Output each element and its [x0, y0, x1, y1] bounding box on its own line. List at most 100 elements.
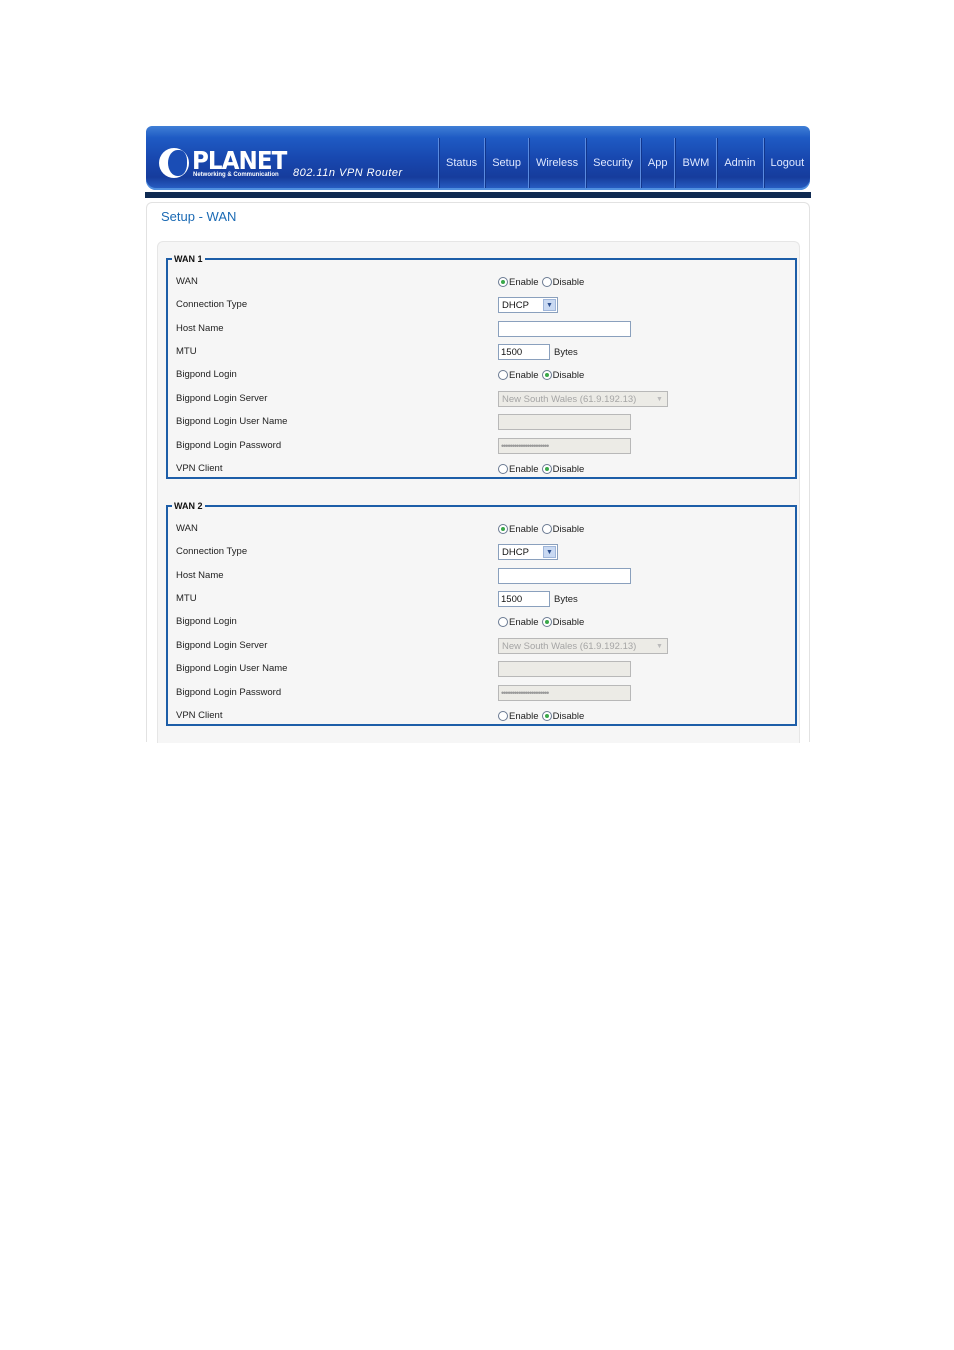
chevron-down-icon: ▼: [543, 546, 556, 558]
wan1-row-bigpond-user: Bigpond Login User Name: [168, 412, 795, 432]
wan2-bigpond-disable-radio[interactable]: [541, 617, 552, 627]
wan2-vpn-disable-radio[interactable]: [541, 711, 552, 721]
wan2-bigpond-enable-radio[interactable]: [498, 617, 508, 627]
wan2-row-host-name: Host Name: [168, 566, 795, 586]
nav-admin[interactable]: Admin: [716, 138, 762, 188]
wan1-bigpond-server-select: New South Wales (61.9.192.13) ▼: [498, 391, 668, 407]
wan2-legend: WAN 2: [174, 501, 203, 511]
wan1-connection-type-select[interactable]: DHCP ▼: [498, 297, 558, 313]
wan1-host-name-label: Host Name: [176, 323, 224, 334]
disable-label: Disable: [552, 463, 585, 475]
wan1-row-bigpond-login: Bigpond Login Enable Disable: [168, 365, 795, 385]
nav-bwm[interactable]: BWM: [674, 138, 716, 188]
wan1-row-host-name: Host Name: [168, 319, 795, 339]
wan2-bigpond-password-input: ••••••••••••••••••••••: [498, 685, 631, 701]
wan2-host-name-label: Host Name: [176, 570, 224, 581]
wan1-row-bigpond-password: Bigpond Login Password •••••••••••••••••…: [168, 436, 795, 456]
wan1-vpn-disable-radio[interactable]: [541, 464, 552, 474]
wan1-row-wan: WAN Enable Disable: [168, 272, 795, 292]
disable-label: Disable: [552, 276, 585, 288]
enable-label: Enable: [509, 369, 539, 381]
wan2-bigpond-login-label: Bigpond Login: [176, 616, 237, 627]
wan2-vpn-client-label: VPN Client: [176, 710, 223, 721]
wan1-vpn-client-label: VPN Client: [176, 463, 223, 474]
brand-name: PLANET: [192, 146, 287, 175]
enable-label: Enable: [509, 523, 539, 535]
bytes-unit-label: Bytes: [554, 593, 578, 605]
enable-label: Enable: [509, 276, 539, 288]
chevron-down-icon: ▼: [543, 299, 556, 311]
wan1-bigpond-login-label: Bigpond Login: [176, 369, 237, 380]
wan2-vpn-enable-radio[interactable]: [498, 711, 508, 721]
wan1-bigpond-server-value: New South Wales (61.9.192.13): [502, 393, 637, 405]
chevron-down-icon: ▼: [653, 640, 666, 652]
product-model: 802.11n VPN Router: [293, 167, 403, 179]
wan1-wan-label: WAN: [176, 276, 198, 287]
wan1-connection-type-value: DHCP: [502, 299, 529, 311]
wan1-bigpond-disable-radio[interactable]: [541, 370, 552, 380]
disable-label: Disable: [552, 710, 585, 722]
header-divider: [145, 192, 811, 198]
wan1-bigpond-user-input: [498, 414, 631, 430]
wan1-connection-type-label: Connection Type: [176, 299, 248, 310]
wan2-row-bigpond-password: Bigpond Login Password •••••••••••••••••…: [168, 683, 795, 703]
wan2-section: WAN 2 WAN Enable Disable Connection Type: [166, 501, 797, 726]
enable-label: Enable: [509, 463, 539, 475]
chevron-down-icon: ▼: [653, 393, 666, 405]
enable-label: Enable: [509, 710, 539, 722]
planet-globe-icon: [159, 148, 189, 178]
wan2-bigpond-server-label: Bigpond Login Server: [176, 640, 268, 651]
bytes-unit-label: Bytes: [554, 346, 578, 358]
enable-label: Enable: [509, 616, 539, 628]
wan1-host-name-input[interactable]: [498, 321, 631, 337]
wan2-row-bigpond-user: Bigpond Login User Name: [168, 659, 795, 679]
wan1-bigpond-password-label: Bigpond Login Password: [176, 440, 282, 451]
wan1-row-vpn-client: VPN Client Enable Disable: [168, 459, 795, 479]
wan2-row-wan: WAN Enable Disable: [168, 519, 795, 539]
nav-wireless[interactable]: Wireless: [527, 138, 585, 188]
wan2-row-bigpond-server: Bigpond Login Server New South Wales (61…: [168, 636, 795, 656]
wan2-bigpond-user-label: Bigpond Login User Name: [176, 663, 288, 674]
nav-security[interactable]: Security: [585, 138, 640, 188]
wan2-bigpond-server-value: New South Wales (61.9.192.13): [502, 640, 637, 652]
wan1-vpn-enable-radio[interactable]: [498, 464, 508, 474]
disable-label: Disable: [552, 616, 585, 628]
wan2-row-bigpond-login: Bigpond Login Enable Disable: [168, 612, 795, 632]
nav-logout[interactable]: Logout: [762, 138, 812, 188]
wan2-host-name-input[interactable]: [498, 568, 631, 584]
wan1-section: WAN 1 WAN Enable Disable Connection Type: [166, 254, 797, 479]
nav-app[interactable]: App: [639, 138, 675, 188]
wan2-connection-type-select[interactable]: DHCP ▼: [498, 544, 558, 560]
wan2-row-vpn-client: VPN Client Enable Disable: [168, 706, 795, 726]
wan1-row-connection-type: Connection Type DHCP ▼: [168, 295, 795, 315]
wan1-bigpond-server-label: Bigpond Login Server: [176, 393, 268, 404]
nav-setup[interactable]: Setup: [484, 138, 528, 188]
wan2-mtu-label: MTU: [176, 593, 197, 604]
disable-label: Disable: [552, 369, 585, 381]
header-banner: PLANET Networking & Communication 802.11…: [146, 126, 810, 190]
wan1-bigpond-password-input: ••••••••••••••••••••••: [498, 438, 631, 454]
wan2-row-connection-type: Connection Type DHCP ▼: [168, 542, 795, 562]
form-area: WAN 1 WAN Enable Disable Connection Type: [157, 241, 800, 743]
wan1-bigpond-enable-radio[interactable]: [498, 370, 508, 380]
wan1-wan-disable-radio[interactable]: [541, 277, 552, 287]
brand-tagline: Networking & Communication: [193, 172, 279, 178]
wan2-bigpond-server-select: New South Wales (61.9.192.13) ▼: [498, 638, 668, 654]
wan2-connection-type-label: Connection Type: [176, 546, 248, 557]
wan2-row-mtu: MTU 1500 Bytes: [168, 589, 795, 609]
wan1-legend: WAN 1: [174, 254, 203, 264]
wan2-wan-label: WAN: [176, 523, 198, 534]
wan2-wan-disable-radio[interactable]: [541, 524, 552, 534]
wan2-bigpond-password-label: Bigpond Login Password: [176, 687, 282, 698]
wan1-row-mtu: MTU 1500 Bytes: [168, 342, 795, 362]
page-title: Setup - WAN: [161, 209, 237, 224]
wan1-mtu-label: MTU: [176, 346, 197, 357]
wan2-mtu-input[interactable]: 1500: [498, 591, 550, 607]
wan1-mtu-input[interactable]: 1500: [498, 344, 550, 360]
wan1-wan-enable-radio[interactable]: [498, 277, 508, 287]
wan2-wan-enable-radio[interactable]: [498, 524, 508, 534]
nav-status[interactable]: Status: [438, 138, 484, 188]
wan1-bigpond-user-label: Bigpond Login User Name: [176, 416, 288, 427]
wan2-connection-type-value: DHCP: [502, 546, 529, 558]
main-nav: Status Setup Wireless Security App BWM A…: [438, 138, 811, 188]
